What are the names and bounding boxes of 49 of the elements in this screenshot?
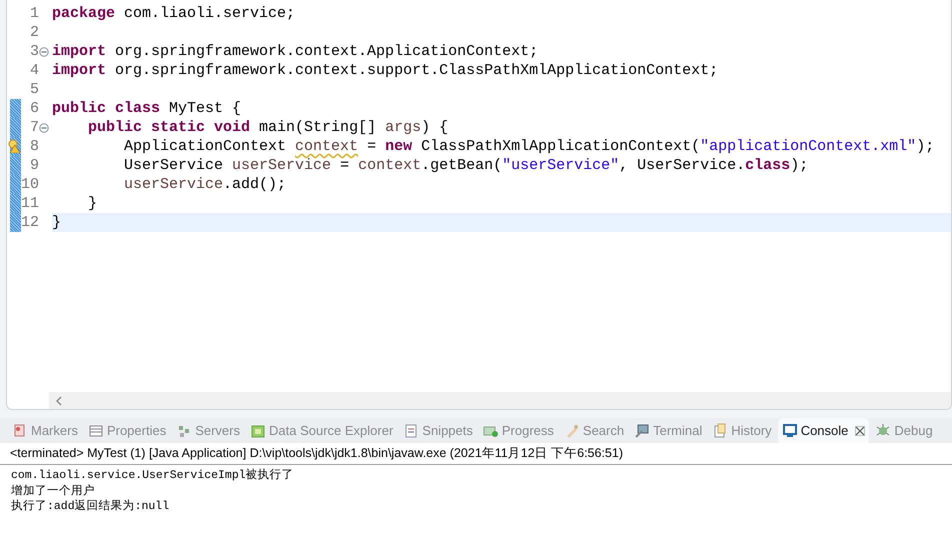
code-line: public static void main(String[] args) { bbox=[87, 118, 450, 137]
code-line: public class MyTest { bbox=[52, 99, 242, 118]
line-number: 10 bbox=[21, 176, 39, 193]
view-tab[interactable]: History bbox=[708, 418, 776, 443]
console-output-line: com.liaoli.service.UserServiceImpl被执行了 bbox=[11, 468, 295, 484]
line-number: 4 bbox=[28, 62, 39, 79]
close-icon[interactable] bbox=[855, 426, 866, 436]
view-icon bbox=[875, 422, 892, 438]
view-tab[interactable]: Progress bbox=[478, 418, 558, 443]
code-line: import org.springframework.context.support.ClassPathXmlApplicationContext; bbox=[52, 61, 720, 80]
view-tab[interactable]: Markers bbox=[8, 418, 82, 443]
console-status: <terminated> MyTest (1) [Java Application] D:\vip\tools\jdk\jdk1.8\bin\javaw.exe (2021年11月12日 下午6:56:51) bbox=[0, 443, 952, 465]
console-output-line: 增加了一个用户 bbox=[11, 484, 96, 499]
collapse-icon[interactable] bbox=[39, 46, 49, 56]
view-tab[interactable]: Terminal bbox=[630, 418, 706, 443]
code-editor[interactable] bbox=[6, 0, 952, 410]
scroll-left-icon[interactable] bbox=[55, 396, 63, 406]
code-line: userService.add(); bbox=[123, 175, 288, 194]
line-number: 11 bbox=[21, 195, 39, 212]
view-icon bbox=[634, 422, 650, 438]
code-line: import org.springframework.context.ApplicationContext; bbox=[52, 42, 540, 61]
view-tab[interactable]: Data Source Explorer bbox=[246, 418, 398, 443]
view-tab[interactable]: Servers bbox=[172, 418, 244, 443]
line-number: 2 bbox=[28, 24, 39, 41]
collapse-icon[interactable] bbox=[39, 122, 49, 132]
view-tab[interactable]: Debug bbox=[871, 418, 937, 443]
view-icon bbox=[88, 422, 104, 438]
warning-bulb-icon[interactable] bbox=[8, 139, 20, 153]
code-line: ApplicationContext context = new ClassPathXmlApplicationContext("applicationContext.xml"); bbox=[123, 137, 936, 156]
view-icon bbox=[403, 422, 420, 438]
line-number: 3 bbox=[28, 43, 39, 60]
line-number: 5 bbox=[28, 81, 39, 98]
view-tab[interactable]: Properties bbox=[84, 418, 170, 443]
code-line: package com.liaoli.service; bbox=[52, 4, 296, 23]
line-number: 1 bbox=[28, 5, 39, 22]
view-icon bbox=[250, 422, 266, 438]
line-number: 8 bbox=[28, 138, 39, 155]
line-number: 9 bbox=[28, 157, 39, 174]
view-tab[interactable]: Search bbox=[560, 418, 628, 443]
code-line: } bbox=[87, 194, 98, 213]
view-icon bbox=[782, 422, 798, 438]
view-icon bbox=[712, 422, 728, 438]
line-number: 7 bbox=[28, 119, 39, 136]
line-number: 12 bbox=[21, 214, 39, 231]
console-output-line: 执行了:add返回结果为:null bbox=[11, 499, 170, 514]
code-line: UserService userService = context.getBean("userService", UserService.class); bbox=[123, 156, 810, 175]
line-number: 6 bbox=[28, 100, 39, 117]
view-tab[interactable]: Console bbox=[778, 418, 870, 443]
view-tab[interactable]: Snippets bbox=[399, 418, 477, 443]
